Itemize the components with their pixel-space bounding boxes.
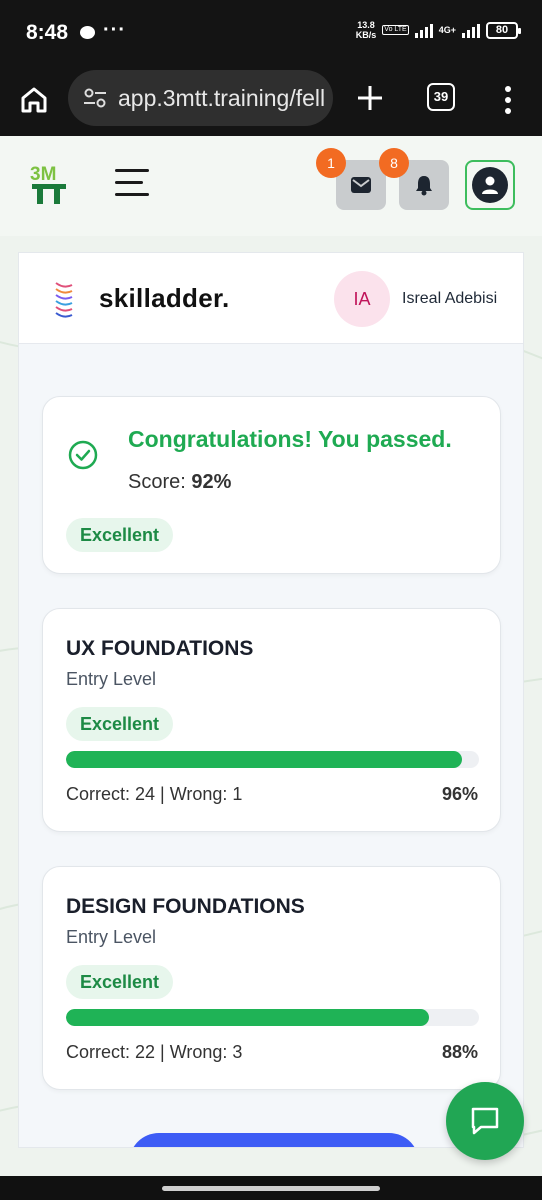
result-title: Congratulations! You passed. <box>128 426 452 452</box>
net-speed-unit: KB/s <box>355 30 377 40</box>
menu-line <box>115 193 149 196</box>
score-label: Score: <box>128 471 186 493</box>
course-progress-bar <box>66 1009 479 1026</box>
user-initials-avatar[interactable]: IA <box>334 271 390 327</box>
app-header: 3M 1 8 <box>0 136 542 236</box>
panel-header: skilladder. IA Isreal Adebisi <box>19 253 523 344</box>
course-result-card: UX FOUNDATIONS Entry Level Excellent Cor… <box>42 608 501 832</box>
network-speed: 13.8 KB/s <box>356 20 377 40</box>
score-value: 92% <box>191 471 232 493</box>
course-result-card: DESIGN FOUNDATIONS Entry Level Excellent… <box>42 866 501 1090</box>
net-speed-value: 13.8 <box>357 20 375 30</box>
course-title: DESIGN FOUNDATIONS <box>66 895 305 918</box>
browser-menu-button[interactable] <box>497 80 519 120</box>
signal-icon-2 <box>462 22 480 38</box>
menu-button[interactable] <box>115 169 149 199</box>
skilladder-logo-icon <box>55 282 73 318</box>
svg-text:3M: 3M <box>30 164 56 185</box>
brand-name: skilladder. <box>99 283 230 313</box>
chat-notification-icon <box>80 26 95 39</box>
3mtt-logo[interactable]: 3M <box>30 162 70 206</box>
messages-badge: 1 <box>316 148 346 178</box>
home-icon <box>21 87 47 113</box>
user-icon <box>482 176 498 194</box>
primary-action-button[interactable] <box>129 1133 419 1147</box>
messages-button[interactable]: 1 <box>316 148 386 210</box>
course-progress-bar <box>66 751 479 768</box>
mail-icon <box>351 177 371 193</box>
course-rating-badge: Excellent <box>66 965 174 999</box>
course-title: UX FOUNDATIONS <box>66 637 254 660</box>
notifications-button[interactable]: 8 <box>379 148 449 210</box>
url-text: app.3mtt.training/fell <box>118 84 326 111</box>
more-vert-icon <box>505 86 511 114</box>
check-circle-icon <box>68 440 98 470</box>
signal-icon <box>414 22 433 38</box>
course-progress-fill <box>66 1009 430 1026</box>
score-line: Score: 92% <box>128 471 231 494</box>
course-stats: Correct: 24 | Wrong: 1 <box>66 784 243 804</box>
chat-support-button[interactable] <box>446 1082 524 1160</box>
chat-icon <box>471 1107 499 1135</box>
user-avatar <box>472 167 508 203</box>
network-type: 4G+ <box>438 24 456 35</box>
browser-toolbar: app.3mtt.training/fell 39 <box>0 66 542 136</box>
result-rating-badge: Excellent <box>66 518 174 552</box>
course-level: Entry Level <box>66 927 157 947</box>
status-more-dots: ··· <box>103 19 126 41</box>
status-time: 8:48 <box>26 21 69 44</box>
volte-indicator: Vo LTE <box>382 25 409 35</box>
tab-switcher-button[interactable]: 39 <box>427 83 455 111</box>
course-rating-badge: Excellent <box>66 707 174 741</box>
profile-button[interactable] <box>465 160 515 210</box>
menu-line <box>115 181 143 184</box>
bell-icon <box>416 176 432 196</box>
course-percent: 96% <box>441 784 478 804</box>
battery-icon: 80 <box>486 21 521 39</box>
status-indicators: 13.8 KB/s Vo LTE 4G+ 80 <box>356 20 521 40</box>
course-progress-fill <box>66 751 463 768</box>
menu-line <box>115 169 149 172</box>
address-bar[interactable]: app.3mtt.training/fell <box>68 70 333 126</box>
result-card: Congratulations! You passed. Score: 92% … <box>42 396 501 574</box>
home-button[interactable] <box>14 80 54 120</box>
url-settings-icon[interactable] <box>82 85 108 111</box>
plus-icon <box>358 86 382 110</box>
user-name: Isreal Adebisi <box>402 290 498 307</box>
notifications-badge: 8 <box>379 148 409 178</box>
new-tab-button[interactable] <box>352 80 388 116</box>
course-level: Entry Level <box>66 669 157 689</box>
course-stats: Correct: 22 | Wrong: 3 <box>66 1042 243 1062</box>
course-percent: 88% <box>441 1042 478 1062</box>
gesture-handle[interactable] <box>162 1186 380 1191</box>
system-nav-bar <box>0 1176 542 1200</box>
status-bar: 8:48 ··· 13.8 KB/s Vo LTE 4G+ 80 <box>0 0 542 66</box>
assessment-panel: skilladder. IA Isreal Adebisi Congratula… <box>18 252 524 1148</box>
